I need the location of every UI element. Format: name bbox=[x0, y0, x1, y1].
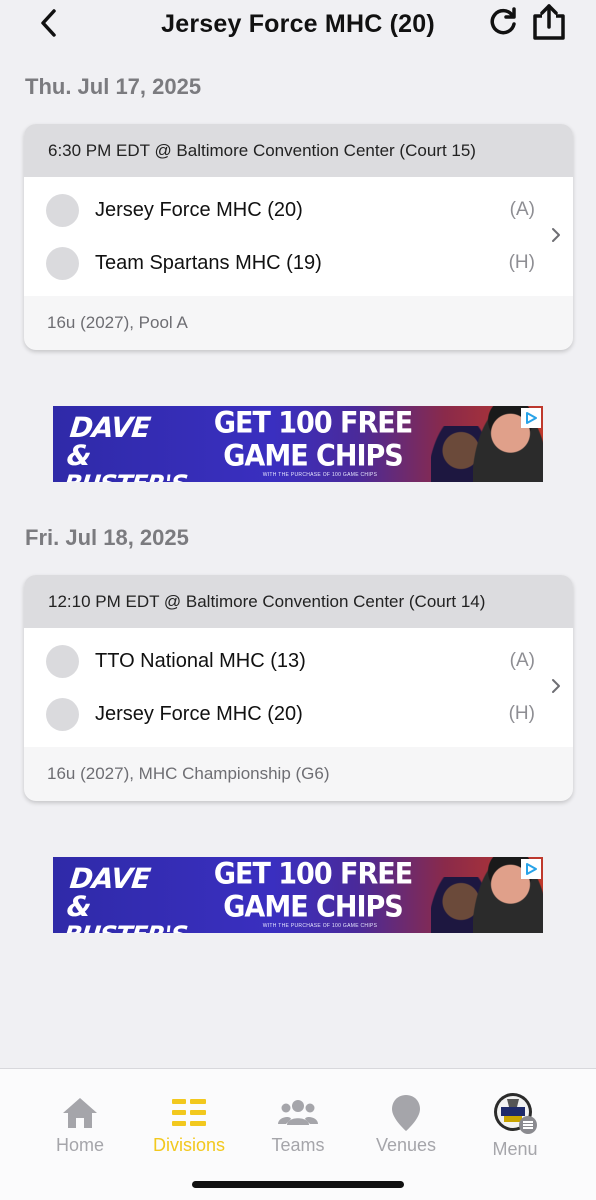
date-heading: Thu. Jul 17, 2025 bbox=[25, 74, 202, 99]
tab-label: Teams bbox=[271, 1135, 325, 1155]
team-logo bbox=[46, 193, 79, 227]
team-side: (A) bbox=[509, 199, 535, 220]
team-name: Jersey Force MHC (20) bbox=[95, 198, 303, 221]
game-time-location: 6:30 PM EDT @ Baltimore Convention Cente… bbox=[24, 124, 573, 177]
refresh-button[interactable] bbox=[486, 4, 520, 40]
ad-fine-print: WITH THE PURCHASE OF 100 GAME CHIPS bbox=[262, 472, 378, 478]
team-logo bbox=[46, 246, 79, 280]
tab-teams[interactable]: Teams bbox=[243, 1069, 353, 1169]
team-side: (H) bbox=[508, 252, 535, 273]
tab-menu[interactable]: Menu bbox=[460, 1069, 570, 1169]
chevron-left-icon bbox=[41, 9, 56, 37]
game-teams: TTO National MHC (13) (A) Jersey Force M… bbox=[24, 628, 573, 747]
team-side: (A) bbox=[509, 650, 535, 671]
home-indicator bbox=[192, 1181, 404, 1188]
team-row: Jersey Force MHC (20) (A) bbox=[24, 184, 573, 236]
game-time-location: 12:10 PM EDT @ Baltimore Convention Cent… bbox=[24, 575, 573, 628]
share-icon bbox=[533, 4, 565, 40]
game-division: 16u (2027), Pool A bbox=[47, 313, 188, 332]
app-header: Jersey Force MHC (20) bbox=[0, 0, 596, 48]
game-division: 16u (2027), MHC Championship (G6) bbox=[47, 764, 330, 783]
chevron-right-icon bbox=[552, 228, 560, 242]
team-name: TTO National MHC (13) bbox=[95, 649, 306, 672]
menu-avatar-icon bbox=[494, 1093, 537, 1134]
tab-label: Home bbox=[55, 1135, 104, 1155]
location-pin-icon bbox=[392, 1095, 420, 1131]
home-icon bbox=[63, 1098, 97, 1128]
tab-divisions[interactable]: Divisions bbox=[134, 1069, 244, 1169]
ad-headline: GET 100 FREE GAME CHIPS bbox=[213, 406, 413, 473]
ad-headline: GET 100 FREE GAME CHIPS bbox=[213, 857, 413, 924]
team-name: Jersey Force MHC (20) bbox=[95, 702, 303, 725]
page-title: Jersey Force MHC (20) bbox=[161, 9, 435, 38]
team-name: Team Spartans MHC (19) bbox=[95, 251, 322, 274]
tab-label: Divisions bbox=[152, 1135, 226, 1155]
game-card[interactable]: 6:30 PM EDT @ Baltimore Convention Cente… bbox=[24, 124, 573, 350]
tab-label: Venues bbox=[375, 1135, 437, 1155]
game-card[interactable]: 12:10 PM EDT @ Baltimore Convention Cent… bbox=[24, 575, 573, 801]
team-side: (H) bbox=[508, 703, 535, 724]
team-row: Team Spartans MHC (19) (H) bbox=[24, 237, 573, 289]
team-row: Jersey Force MHC (20) (H) bbox=[24, 688, 573, 740]
team-row: TTO National MHC (13) (A) bbox=[24, 635, 573, 687]
ad-brand-logo: DAVE & BUSTER'S bbox=[63, 411, 189, 482]
ad-choices-icon[interactable] bbox=[521, 859, 541, 879]
chevron-right-icon bbox=[552, 679, 560, 693]
team-logo bbox=[46, 697, 79, 731]
ad-banner[interactable]: DAVE & BUSTER'S GET 100 FREE GAME CHIPS … bbox=[53, 857, 543, 933]
share-button[interactable] bbox=[530, 2, 568, 42]
teams-icon bbox=[278, 1100, 318, 1125]
tab-label: Menu bbox=[492, 1139, 538, 1159]
back-button[interactable] bbox=[34, 6, 62, 40]
tab-venues[interactable]: Venues bbox=[351, 1069, 461, 1169]
ad-brand-logo: DAVE & BUSTER'S bbox=[63, 862, 189, 933]
refresh-icon bbox=[490, 7, 516, 35]
ad-banner[interactable]: DAVE & BUSTER'S GET 100 FREE GAME CHIPS … bbox=[53, 406, 543, 482]
ad-choices-icon[interactable] bbox=[521, 408, 541, 428]
date-heading: Fri. Jul 18, 2025 bbox=[25, 525, 189, 550]
team-logo bbox=[46, 644, 79, 678]
tab-home[interactable]: Home bbox=[25, 1069, 135, 1169]
divisions-icon bbox=[172, 1099, 206, 1126]
game-teams: Jersey Force MHC (20) (A) Team Spartans … bbox=[24, 177, 573, 296]
ad-fine-print: WITH THE PURCHASE OF 100 GAME CHIPS bbox=[262, 923, 378, 929]
